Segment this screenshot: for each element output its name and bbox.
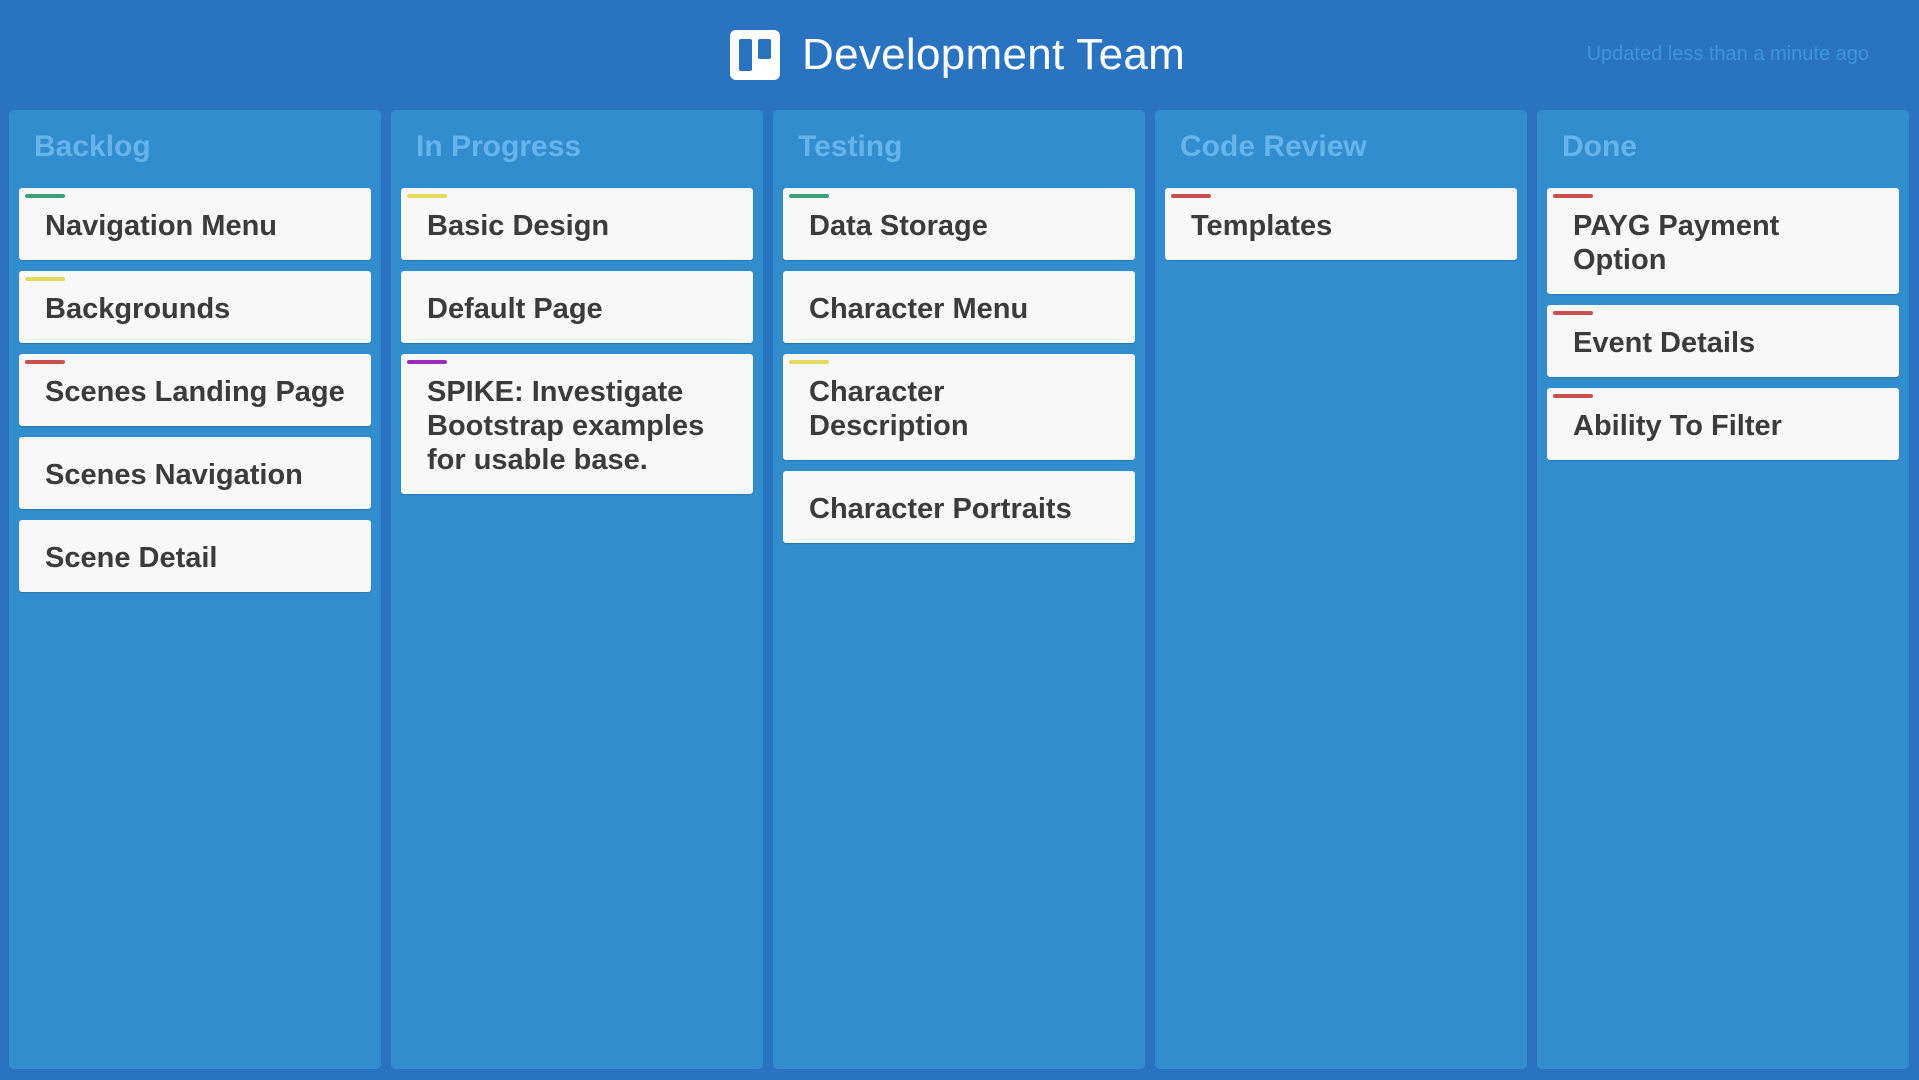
last-updated-text: Updated less than a minute ago — [1586, 43, 1869, 65]
card[interactable]: Backgrounds — [19, 271, 371, 343]
list-title: Backlog — [34, 130, 151, 163]
list-title: Code Review — [1180, 130, 1367, 163]
trello-icon — [730, 30, 780, 80]
card-label-red — [1553, 311, 1593, 315]
card[interactable]: Scene Detail — [19, 520, 371, 592]
card-title: Data Storage — [809, 210, 988, 242]
list-backlog[interactable]: Backlog Navigation Menu Backgrounds Scenes … — [9, 110, 381, 1069]
logo-bar-right — [758, 39, 771, 59]
list-title: In Progress — [416, 130, 582, 163]
logo-bar-left — [739, 39, 752, 71]
card-label-green — [789, 194, 829, 198]
card[interactable]: Character Portraits — [783, 471, 1135, 543]
board-lists: Backlog Navigation Menu Backgrounds Scenes … — [9, 110, 1909, 1069]
card-title: PAYG Payment Option — [1573, 210, 1780, 276]
list-title: Done — [1562, 130, 1637, 163]
card-label-red — [1553, 194, 1593, 198]
card-title: Navigation Menu — [45, 210, 278, 242]
card-title: Character Menu — [809, 293, 1029, 325]
card-label-green — [25, 194, 65, 198]
card-label-yellow — [789, 360, 829, 364]
list-code-review[interactable]: Code Review Templates — [1155, 110, 1527, 1069]
card[interactable]: Navigation Menu — [19, 188, 371, 260]
card-title: Basic Design — [427, 210, 610, 242]
list-title: Testing — [798, 130, 903, 163]
card-title: Backgrounds — [45, 293, 231, 325]
card[interactable]: SPIKE: Investigate Bootstrap examples fo… — [401, 354, 753, 494]
list-in-progress[interactable]: In Progress Basic Design Default Page SPIKE… — [391, 110, 763, 1069]
card-label-red — [1553, 394, 1593, 398]
card-label-red — [25, 360, 65, 364]
card[interactable]: PAYG Payment Option — [1547, 188, 1899, 294]
card[interactable]: Data Storage — [783, 188, 1135, 260]
card-label-red — [1171, 194, 1211, 198]
card-title: Ability To Filter — [1573, 410, 1782, 442]
board-brand: Development Team — [730, 30, 1185, 80]
card-label-yellow — [407, 194, 447, 198]
card-title: Event Details — [1573, 327, 1756, 359]
card-title: Scenes Navigation — [45, 459, 303, 491]
card[interactable]: Character Description — [783, 354, 1135, 460]
card[interactable]: Character Menu — [783, 271, 1135, 343]
card[interactable]: Scenes Landing Page — [19, 354, 371, 426]
list-testing[interactable]: Testing Data Storage Character Menu Charact… — [773, 110, 1145, 1069]
card[interactable]: Event Details — [1547, 305, 1899, 377]
list-done[interactable]: Done PAYG Payment Option Event Details Abil… — [1537, 110, 1909, 1069]
card[interactable]: Default Page — [401, 271, 753, 343]
card-title: Scenes Landing Page — [45, 376, 345, 408]
card[interactable]: Templates — [1165, 188, 1517, 260]
board-header: Development Team Updated less than a min… — [0, 0, 1919, 110]
card-label-yellow — [25, 277, 65, 281]
card-title: Templates — [1191, 210, 1333, 242]
card-title: SPIKE: Investigate Bootstrap examples fo… — [427, 376, 705, 476]
card-title: Default Page — [427, 293, 603, 325]
card[interactable]: Scenes Navigation — [19, 437, 371, 509]
board-title: Development Team — [802, 30, 1186, 79]
card-label-purple — [407, 360, 447, 364]
card[interactable]: Basic Design — [401, 188, 753, 260]
card[interactable]: Ability To Filter — [1547, 388, 1899, 460]
card-title: Character Portraits — [809, 493, 1072, 525]
card-title: Scene Detail — [45, 542, 218, 574]
card-title: Character Description — [809, 376, 969, 442]
